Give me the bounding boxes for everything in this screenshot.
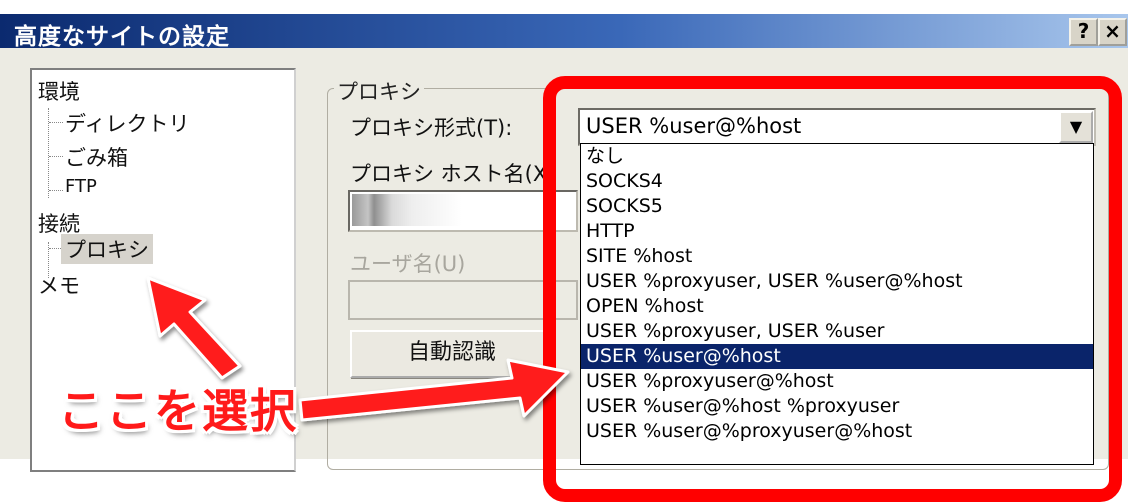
arrow-to-tree-icon bbox=[146, 276, 242, 380]
advanced-site-settings-window: 高度なサイトの設定 ? × 環境 ディレクトリ ごみ箱 FTP 接続 プロキシ … bbox=[0, 0, 1128, 502]
arrow-to-option-icon bbox=[298, 358, 570, 422]
callout-text: ここを選択 bbox=[58, 384, 298, 438]
